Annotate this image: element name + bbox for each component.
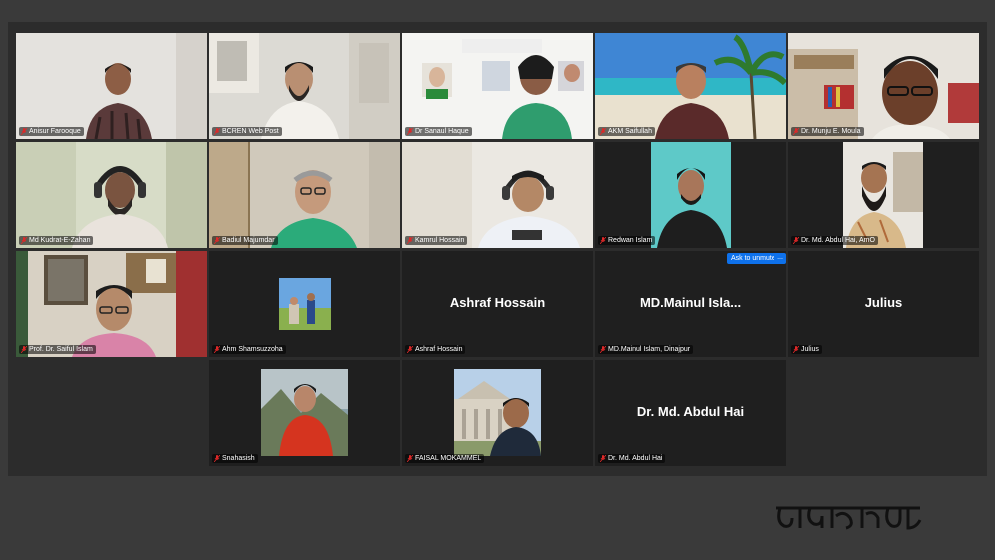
participant-video bbox=[788, 33, 979, 139]
muted-mic-icon bbox=[214, 237, 220, 244]
video-tile[interactable]: AKM Saifullah bbox=[595, 33, 786, 139]
participant-label: FAISAL MOKAMMEL bbox=[405, 454, 485, 463]
participant-label: Dr. Md. Abdul Hai bbox=[598, 454, 666, 463]
video-tile[interactable]: Julius Julius bbox=[788, 251, 979, 357]
participant-label: Ashraf Hossain bbox=[405, 345, 466, 354]
participant-video bbox=[16, 251, 207, 357]
muted-mic-icon bbox=[793, 237, 799, 244]
muted-mic-icon bbox=[21, 128, 27, 135]
participant-label: Badiul Majumdar bbox=[212, 236, 278, 245]
active-speaker-tile[interactable]: Dr. Munju E. Moula bbox=[788, 33, 979, 139]
participant-video bbox=[16, 142, 207, 248]
video-tile[interactable]: MD.Mainul Isla... MD.Mainul Islam, Dinaj… bbox=[595, 251, 786, 357]
participant-label: Redwan Islam bbox=[598, 236, 656, 245]
video-tile[interactable]: FAISAL MOKAMMEL bbox=[402, 360, 593, 466]
muted-mic-icon bbox=[407, 346, 413, 353]
profile-picture bbox=[454, 369, 541, 456]
muted-mic-icon bbox=[407, 455, 413, 462]
participant-label: Md Kudrat-E-Zahan bbox=[19, 236, 94, 245]
video-tile[interactable]: Md Kudrat-E-Zahan bbox=[16, 142, 207, 248]
video-tile[interactable]: Dr Sanaul Haque bbox=[402, 33, 593, 139]
participant-display-name: Julius bbox=[864, 295, 903, 310]
participant-label: Kamrul Hossain bbox=[405, 236, 468, 245]
muted-mic-icon bbox=[600, 455, 606, 462]
video-tile[interactable]: Ahm Shamsuzzoha bbox=[209, 251, 400, 357]
participant-label: BCREN Web Post bbox=[212, 127, 282, 136]
participant-label: AKM Saifullah bbox=[598, 127, 655, 136]
participant-video bbox=[788, 142, 979, 248]
video-tile[interactable]: Kamrul Hossain bbox=[402, 142, 593, 248]
newspaper-logo-watermark bbox=[770, 498, 930, 536]
participant-label: Prof. Dr. Saiful Islam bbox=[19, 345, 96, 354]
ask-to-unmute-button[interactable]: Ask to unmute bbox=[727, 253, 780, 264]
participant-label: Anisur Farooque bbox=[19, 127, 84, 136]
muted-mic-icon bbox=[793, 128, 799, 135]
muted-mic-icon bbox=[600, 237, 606, 244]
video-tile[interactable]: Dr. Md. Abdul Hai Dr. Md. Abdul Hai bbox=[595, 360, 786, 466]
participant-label: Julius bbox=[791, 345, 822, 354]
muted-mic-icon bbox=[21, 237, 27, 244]
participant-label: Dr Sanaul Haque bbox=[405, 127, 472, 136]
video-tile[interactable]: Ashraf Hossain Ashraf Hossain bbox=[402, 251, 593, 357]
profile-picture bbox=[261, 369, 348, 456]
video-tile[interactable]: BCREN Web Post bbox=[209, 33, 400, 139]
participant-label: Snahasish bbox=[212, 454, 258, 463]
participant-label: MD.Mainul Islam, Dinajpur bbox=[598, 345, 694, 354]
participant-video bbox=[209, 33, 400, 139]
video-tile[interactable]: Badiul Majumdar bbox=[209, 142, 400, 248]
participant-video bbox=[209, 142, 400, 248]
muted-mic-icon bbox=[21, 346, 27, 353]
participant-video bbox=[595, 142, 786, 248]
more-options-button[interactable]: ... bbox=[774, 253, 786, 264]
video-tile[interactable]: Anisur Farooque bbox=[16, 33, 207, 139]
participant-video bbox=[402, 33, 593, 139]
video-tile[interactable]: Prof. Dr. Saiful Islam bbox=[16, 251, 207, 357]
video-tile[interactable]: Snahasish bbox=[209, 360, 400, 466]
participant-display-name: Dr. Md. Abdul Hai bbox=[636, 404, 745, 419]
participant-display-name: Ashraf Hossain bbox=[449, 295, 546, 310]
participant-display-name: MD.Mainul Isla... bbox=[639, 295, 742, 310]
muted-mic-icon bbox=[214, 128, 220, 135]
muted-mic-icon bbox=[793, 346, 799, 353]
muted-mic-icon bbox=[600, 128, 606, 135]
muted-mic-icon bbox=[600, 346, 606, 353]
profile-picture bbox=[279, 278, 331, 330]
participant-video bbox=[595, 33, 786, 139]
participant-label: Dr. Md. Abdul Hai, AmO bbox=[791, 236, 878, 245]
participant-label: Ahm Shamsuzzoha bbox=[212, 345, 286, 354]
muted-mic-icon bbox=[214, 346, 220, 353]
participant-video bbox=[16, 33, 207, 139]
participant-video bbox=[402, 142, 593, 248]
video-tile[interactable]: Dr. Md. Abdul Hai, AmO bbox=[788, 142, 979, 248]
video-tile[interactable]: Redwan Islam bbox=[595, 142, 786, 248]
muted-mic-icon bbox=[214, 455, 220, 462]
participant-label: Dr. Munju E. Moula bbox=[791, 127, 864, 136]
muted-mic-icon bbox=[407, 237, 413, 244]
muted-mic-icon bbox=[407, 128, 413, 135]
